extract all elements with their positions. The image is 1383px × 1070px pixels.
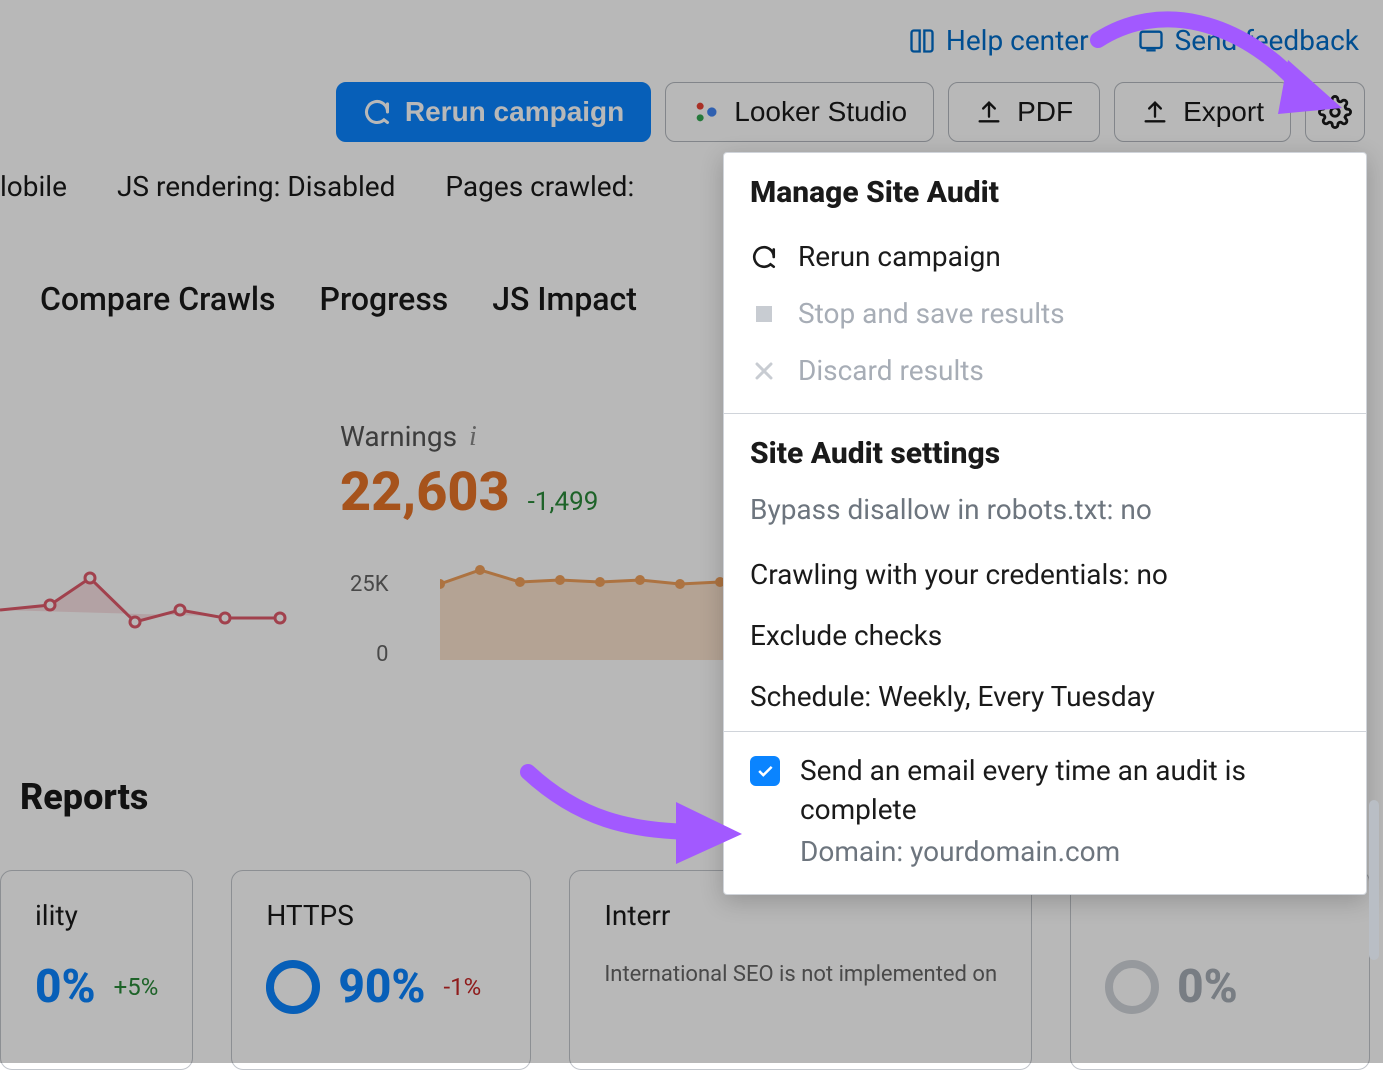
y-axis-min: 0: [350, 620, 389, 690]
reports-heading: Reports: [20, 776, 148, 818]
donut-icon: [266, 960, 320, 1014]
report-card-generic[interactable]: 0%: [1070, 870, 1370, 1070]
report-value: 90%: [338, 960, 425, 1014]
report-value: 0%: [35, 960, 96, 1014]
report-value: 0%: [1177, 960, 1238, 1014]
donut-icon: [1105, 960, 1159, 1014]
settings-popup: Manage Site Audit Rerun campaign Stop an…: [723, 152, 1367, 895]
errors-sparkline: [0, 550, 320, 660]
settings-credentials[interactable]: Crawling with your credentials: no: [724, 544, 1366, 605]
upload-icon: [975, 98, 1003, 126]
rerun-campaign-button[interactable]: Rerun campaign: [336, 82, 651, 142]
report-title: ility: [35, 899, 158, 932]
export-label: Export: [1183, 96, 1264, 128]
export-button[interactable]: Export: [1114, 82, 1291, 142]
tab-progress[interactable]: Progress: [320, 280, 449, 318]
pdf-label: PDF: [1017, 96, 1073, 128]
rerun-label: Rerun campaign: [405, 96, 624, 128]
pages-crawled-label: Pages crawled:: [445, 170, 634, 203]
report-delta: +5%: [114, 973, 159, 1001]
menu-label: Stop and save results: [798, 297, 1065, 330]
report-delta: -1%: [443, 973, 481, 1001]
close-icon: [750, 359, 778, 383]
settings-exclude-checks[interactable]: Exclude checks: [724, 605, 1366, 666]
gear-icon: [1318, 95, 1352, 129]
send-feedback-link[interactable]: Send feedback: [1137, 24, 1359, 57]
looker-label: Looker Studio: [734, 96, 907, 128]
warnings-label: Warnings: [340, 420, 457, 453]
popup-heading-settings: Site Audit settings: [724, 414, 1366, 489]
refresh-icon: [750, 244, 778, 270]
info-icon[interactable]: i: [469, 421, 477, 453]
help-center-link[interactable]: Help center: [908, 24, 1089, 57]
refresh-icon: [363, 98, 391, 126]
menu-rerun-campaign[interactable]: Rerun campaign: [724, 228, 1366, 285]
upload-icon: [1141, 98, 1169, 126]
menu-discard: Discard results: [724, 342, 1366, 399]
menu-label: Discard results: [798, 354, 984, 387]
js-rendering-label: JS rendering: Disabled: [117, 170, 395, 203]
menu-label: Rerun campaign: [798, 240, 1001, 273]
report-subtitle: International SEO is not implemented on: [604, 960, 997, 990]
settings-bypass[interactable]: Bypass disallow in robots.txt: no: [724, 489, 1366, 544]
help-center-label: Help center: [946, 24, 1089, 57]
report-title: HTTPS: [266, 899, 496, 932]
send-feedback-label: Send feedback: [1175, 24, 1359, 57]
pdf-button[interactable]: PDF: [948, 82, 1100, 142]
email-label: Send an email every time an audit is com…: [800, 752, 1340, 829]
device-label: lobile: [0, 170, 67, 203]
report-card-international[interactable]: Interr International SEO is not implemen…: [569, 870, 1032, 1070]
report-card-crawlability[interactable]: ility 0% +5%: [0, 870, 193, 1070]
tab-compare-crawls[interactable]: Compare Crawls: [40, 280, 276, 318]
warnings-count: 22,603: [340, 461, 510, 524]
y-axis-max: 25K: [350, 550, 389, 620]
feedback-icon: [1137, 27, 1165, 55]
warnings-sparkline: [440, 550, 760, 660]
looker-studio-button[interactable]: Looker Studio: [665, 82, 934, 142]
report-card-https[interactable]: HTTPS 90% -1%: [231, 870, 531, 1070]
stop-icon: [750, 302, 778, 326]
looker-icon: [692, 98, 720, 126]
warnings-delta: -1,499: [528, 487, 599, 517]
popup-scrollbar[interactable]: [1369, 800, 1379, 960]
report-title: Interr: [604, 899, 997, 932]
email-domain: Domain: yourdomain.com: [800, 835, 1340, 868]
settings-button[interactable]: [1305, 82, 1365, 142]
popup-heading-manage: Manage Site Audit: [724, 153, 1366, 228]
tab-js-impact[interactable]: JS Impact: [492, 280, 637, 318]
email-checkbox[interactable]: [750, 756, 780, 786]
settings-schedule[interactable]: Schedule: Weekly, Every Tuesday: [724, 666, 1366, 727]
menu-stop-save: Stop and save results: [724, 285, 1366, 342]
book-icon: [908, 27, 936, 55]
